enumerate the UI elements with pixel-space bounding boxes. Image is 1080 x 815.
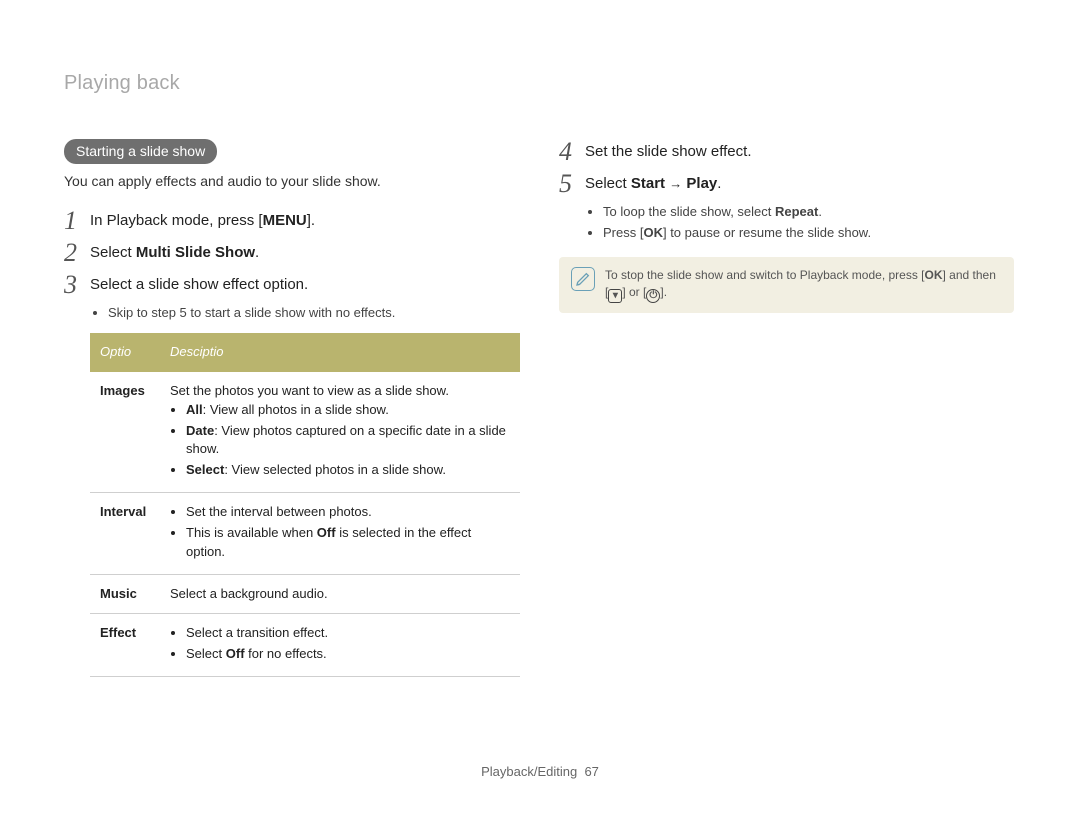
step-text: Set the slide show effect. bbox=[585, 139, 752, 162]
options-table: OOptionptio DescDescriptioniptio Images … bbox=[90, 333, 520, 677]
list-item: Select: View selected photos in a slide … bbox=[186, 461, 510, 480]
footer-section-label: Playback/Editing bbox=[481, 764, 577, 779]
table-header-description: DescDescriptioniptio bbox=[160, 333, 520, 372]
step-text: Select a slide show effect option. bbox=[90, 272, 308, 295]
step-4: 4 Set the slide show effect. bbox=[559, 139, 1014, 165]
table-cell-description: Set the photos you want to view as a sli… bbox=[160, 372, 520, 493]
step-3: 3 Select a slide show effect option. bbox=[64, 272, 519, 298]
list-item: Select Off for no effects. bbox=[186, 645, 510, 664]
table-row: Effect Select a transition effect. Selec… bbox=[90, 614, 520, 677]
list-item: Select a transition effect. bbox=[186, 624, 510, 643]
footer-page-number: 67 bbox=[584, 764, 598, 779]
table-row: Images Set the photos you want to view a… bbox=[90, 372, 520, 493]
list-item: Skip to step 5 to start a slide show wit… bbox=[108, 304, 519, 323]
step-text: In Playback mode, press [MENU]. bbox=[90, 208, 315, 231]
step-number: 5 bbox=[559, 171, 585, 197]
list-item: This is available when Off is selected i… bbox=[186, 524, 510, 562]
note-icon bbox=[571, 267, 595, 291]
breadcrumb: Playing back bbox=[64, 72, 1016, 95]
power-icon: ⏻ bbox=[646, 289, 660, 303]
table-cell-description: Select a background audio. bbox=[160, 574, 520, 614]
table-row: Interval Set the interval between photos… bbox=[90, 493, 520, 575]
note-text: To stop the slide show and switch to Pla… bbox=[605, 267, 1002, 303]
table-cell-description: Select a transition effect. Select Off f… bbox=[160, 614, 520, 677]
step-number: 3 bbox=[64, 272, 90, 298]
table-cell-description: Set the interval between photos. This is… bbox=[160, 493, 520, 575]
list-item: All: View all photos in a slide show. bbox=[186, 401, 510, 420]
table-cell-label: Images bbox=[90, 372, 160, 493]
step-number: 4 bbox=[559, 139, 585, 165]
intro-text: You can apply effects and audio to your … bbox=[64, 172, 519, 190]
step-text: Select Start → Play. bbox=[585, 171, 721, 194]
step-1: 1 In Playback mode, press [MENU]. bbox=[64, 208, 519, 234]
step-5-bullets: To loop the slide show, select Repeat. P… bbox=[603, 203, 1014, 243]
list-item: To loop the slide show, select Repeat. bbox=[603, 203, 1014, 222]
step-number: 1 bbox=[64, 208, 90, 234]
page-footer: Playback/Editing 67 bbox=[0, 764, 1080, 779]
table-header-row: OOptionptio DescDescriptioniptio bbox=[90, 333, 520, 372]
section-heading-pill: Starting a slide show bbox=[64, 139, 217, 164]
list-item: Press [OK] to pause or resume the slide … bbox=[603, 224, 1014, 243]
note-box: To stop the slide show and switch to Pla… bbox=[559, 257, 1014, 313]
table-cell-label: Music bbox=[90, 574, 160, 614]
right-column: 4 Set the slide show effect. 5 Select St… bbox=[559, 139, 1014, 677]
list-item: Set the interval between photos. bbox=[186, 503, 510, 522]
step-5: 5 Select Start → Play. bbox=[559, 171, 1014, 197]
left-column: Starting a slide show You can apply effe… bbox=[64, 139, 519, 677]
list-item: Date: View photos captured on a specific… bbox=[186, 422, 510, 460]
table-header-option: OOptionptio bbox=[90, 333, 160, 372]
table-cell-label: Interval bbox=[90, 493, 160, 575]
step-2: 2 Select Multi Slide Show. bbox=[64, 240, 519, 266]
step-number: 2 bbox=[64, 240, 90, 266]
step-3-bullets: Skip to step 5 to start a slide show wit… bbox=[108, 304, 519, 323]
table-row: Music Select a background audio. bbox=[90, 574, 520, 614]
down-nav-icon: ▾ bbox=[608, 289, 622, 303]
step-text: Select Multi Slide Show. bbox=[90, 240, 259, 263]
table-cell-label: Effect bbox=[90, 614, 160, 677]
arrow-right-icon: → bbox=[669, 175, 682, 193]
